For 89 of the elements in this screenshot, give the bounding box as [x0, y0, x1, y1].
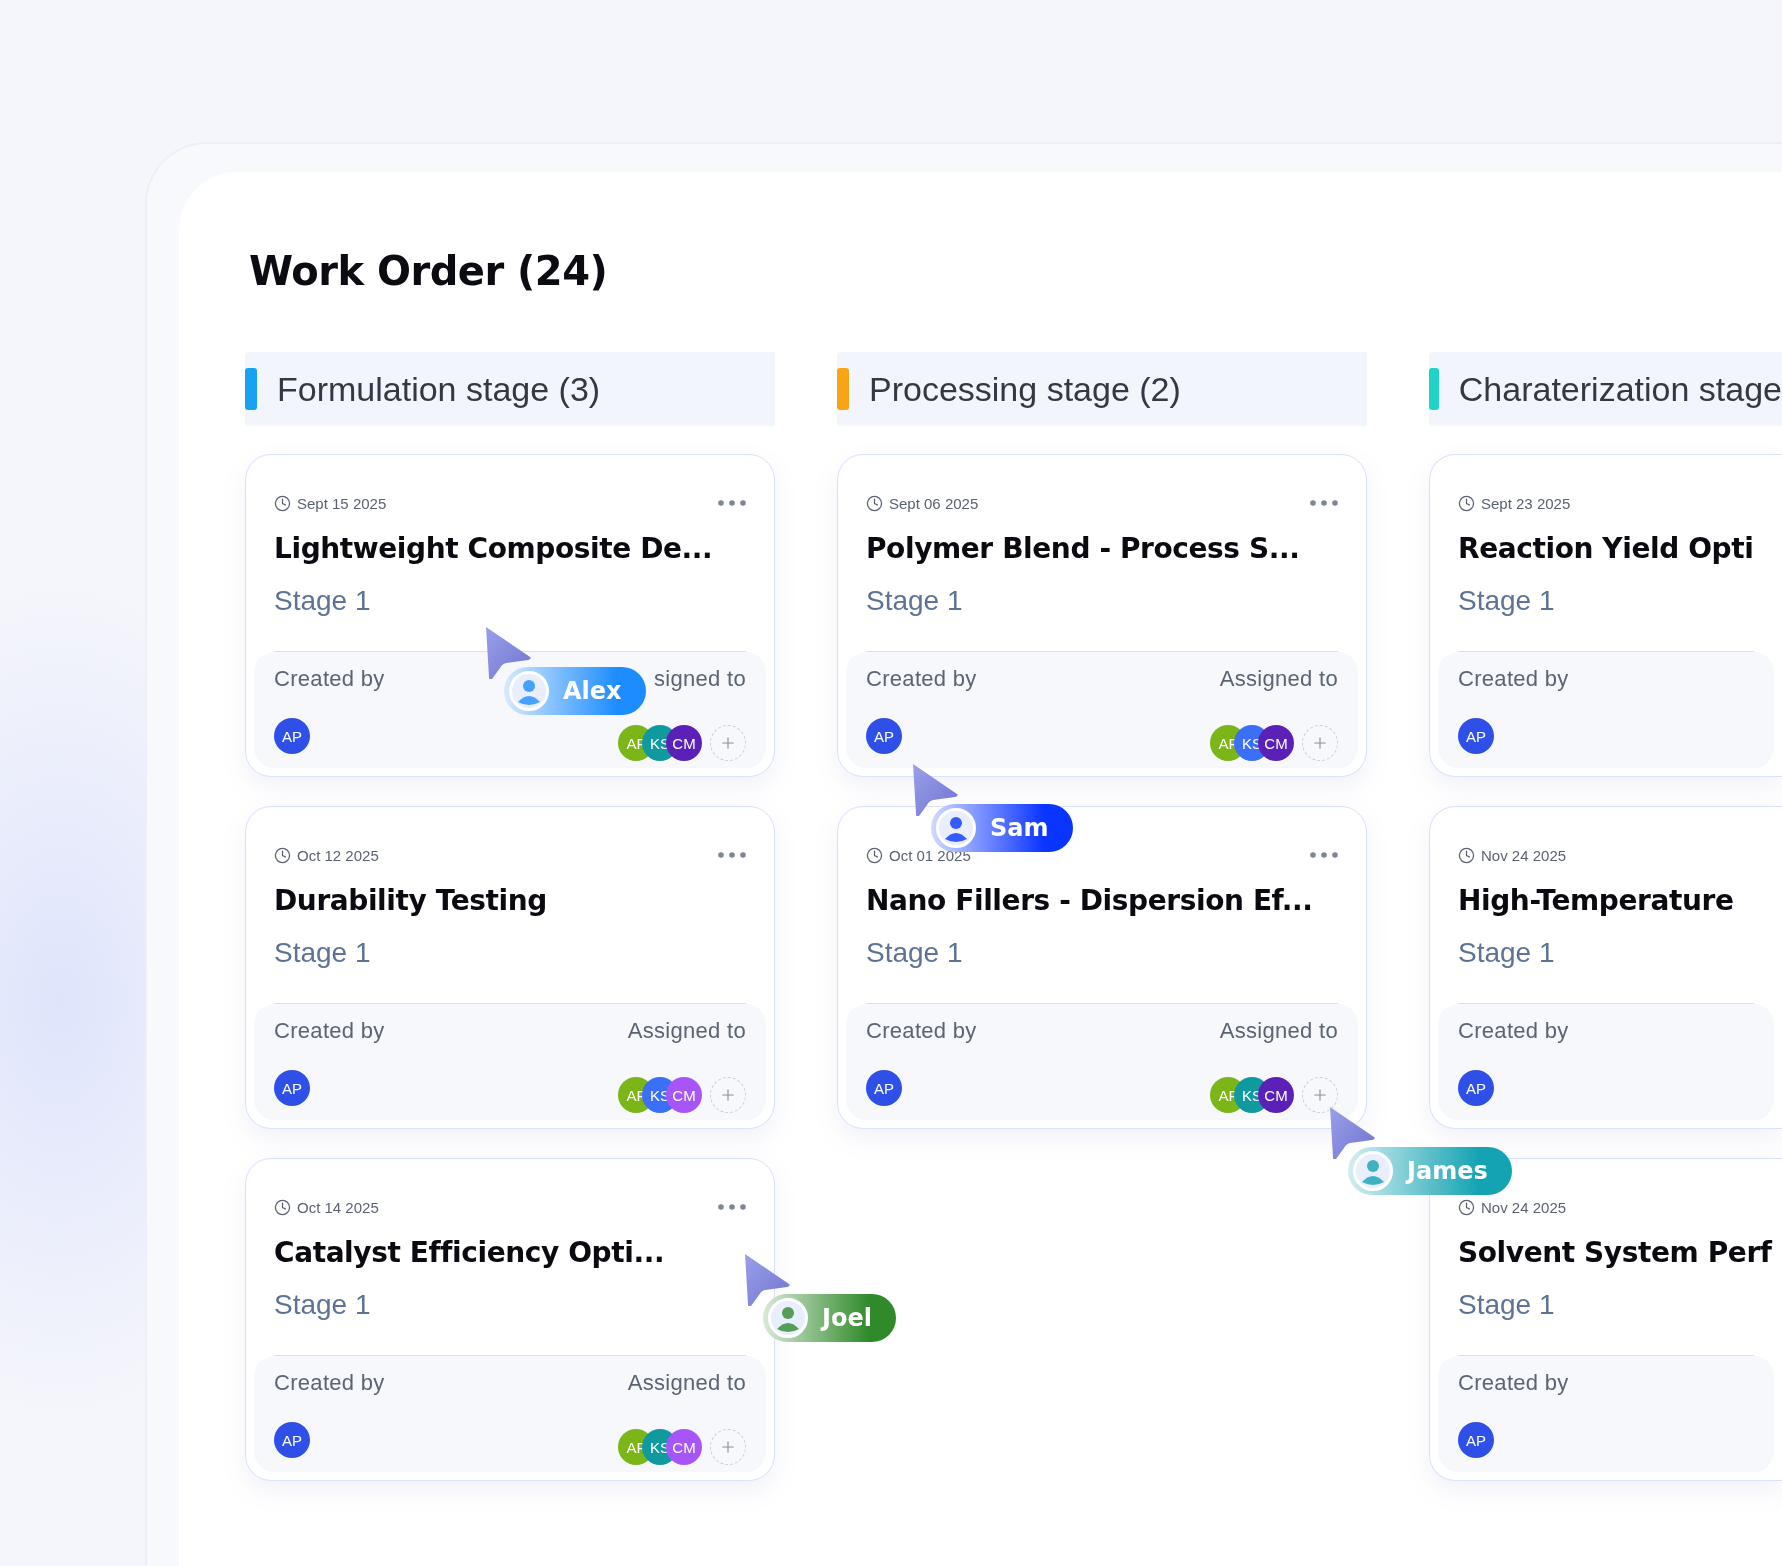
assignee-avatar: CM [666, 1077, 702, 1113]
stage-label: Stage 1 [274, 585, 371, 618]
assignee-avatar: CM [1258, 725, 1294, 761]
plus-icon [719, 734, 737, 752]
more-options-button[interactable] [1310, 852, 1338, 858]
card-title: Reaction Yield Opti [1458, 531, 1754, 567]
cursor-arrow-icon [911, 762, 959, 816]
due-date: Sept 15 2025 [297, 494, 387, 512]
assigned-to-label: signed to [654, 666, 746, 693]
card-title: Polymer Blend - Process S... [866, 531, 1300, 567]
stage-label: Stage 1 [274, 1289, 371, 1322]
user-avatar-icon [1353, 1151, 1393, 1191]
creator-avatar: AP [1458, 1070, 1494, 1106]
assigned-to-label: Assigned to [1219, 1018, 1338, 1045]
stage-label: Stage 1 [866, 937, 963, 970]
due-date: Nov 24 2025 [1481, 846, 1567, 864]
assigned-to-label: Assigned to [1219, 666, 1338, 693]
stage-label: Stage 1 [1458, 937, 1555, 970]
more-dots-icon [718, 1204, 746, 1210]
cursor-arrow-icon [1328, 1105, 1376, 1159]
due-date: Nov 24 2025 [1481, 1198, 1567, 1216]
created-by-label: Created by [1458, 666, 1569, 693]
user-name: Sam [990, 814, 1049, 842]
stage-label: Stage 1 [1458, 585, 1555, 618]
assignee-avatar: CM [666, 725, 702, 761]
user-name: Joel [822, 1304, 872, 1332]
column-title: Formulation stage (3) [277, 369, 601, 409]
card-title: Durability Testing [274, 883, 547, 919]
clock-icon [274, 846, 291, 864]
creator-avatar: AP [866, 718, 902, 754]
assignee-avatar: CM [666, 1429, 702, 1465]
created-by-label: Created by [866, 666, 977, 693]
cursor-arrow-icon [743, 1252, 791, 1306]
created-by-label: Created by [274, 1018, 385, 1045]
more-options-button[interactable] [718, 852, 746, 858]
clock-icon [866, 494, 883, 512]
due-date: Oct 12 2025 [297, 846, 379, 864]
plus-icon [719, 1438, 737, 1456]
creator-avatar: AP [1458, 718, 1494, 754]
creator-avatar: AP [274, 1070, 310, 1106]
more-options-button[interactable] [718, 1204, 746, 1210]
card-title: Catalyst Efficiency Opti... [274, 1235, 665, 1271]
card-title: Lightweight Composite De... [274, 531, 713, 567]
created-by-label: Created by [274, 666, 385, 693]
more-dots-icon [1310, 852, 1338, 858]
cursor-arrow-icon [484, 625, 532, 679]
creator-avatar: AP [274, 718, 310, 754]
created-by-label: Created by [1458, 1018, 1569, 1045]
more-options-button[interactable] [718, 500, 746, 506]
created-by-label: Created by [866, 1018, 977, 1045]
due-date: Oct 14 2025 [297, 1198, 379, 1216]
clock-icon [1458, 1198, 1475, 1216]
due-date: Sept 23 2025 [1481, 494, 1571, 512]
plus-icon [1311, 734, 1329, 752]
assigned-to-label: Assigned to [627, 1370, 746, 1397]
plus-icon [1311, 1086, 1329, 1104]
card-title: High-Temperature [1458, 883, 1734, 919]
clock-icon [866, 846, 883, 864]
page-title: Work Order (24) [249, 248, 609, 294]
user-name: Alex [563, 677, 622, 705]
column-title: Processing stage (2) [869, 369, 1181, 409]
clock-icon [274, 494, 291, 512]
created-by-label: Created by [274, 1370, 385, 1397]
more-dots-icon [718, 500, 746, 506]
plus-icon [719, 1086, 737, 1104]
creator-avatar: AP [866, 1070, 902, 1106]
stage-label: Stage 1 [866, 585, 963, 618]
user-avatar-icon [509, 671, 549, 711]
assignee-avatar: CM [1258, 1077, 1294, 1113]
clock-icon [274, 1198, 291, 1216]
more-dots-icon [718, 852, 746, 858]
due-date: Sept 06 2025 [889, 494, 979, 512]
stage-label: Stage 1 [274, 937, 371, 970]
stage-label: Stage 1 [1458, 1289, 1555, 1322]
more-dots-icon [1310, 500, 1338, 506]
clock-icon [1458, 494, 1475, 512]
work-order-card[interactable]: Nov 24 2025 High-Temperature Stage 1 Created by AP [1429, 806, 1782, 1129]
work-order-card[interactable]: Sept 23 2025 Reaction Yield Opti Stage 1 Created by AP [1429, 454, 1782, 777]
more-options-button[interactable] [1310, 500, 1338, 506]
creator-avatar: AP [274, 1422, 310, 1458]
user-avatar-icon [936, 808, 976, 848]
clock-icon [1458, 846, 1475, 864]
card-title: Solvent System Perf [1458, 1235, 1772, 1271]
column-title: Charaterization stage [1458, 369, 1782, 409]
creator-avatar: AP [1458, 1422, 1494, 1458]
created-by-label: Created by [1458, 1370, 1569, 1397]
card-title: Nano Fillers - Dispersion Ef... [866, 883, 1313, 919]
assigned-to-label: Assigned to [627, 1018, 746, 1045]
user-avatar-icon [768, 1298, 808, 1338]
